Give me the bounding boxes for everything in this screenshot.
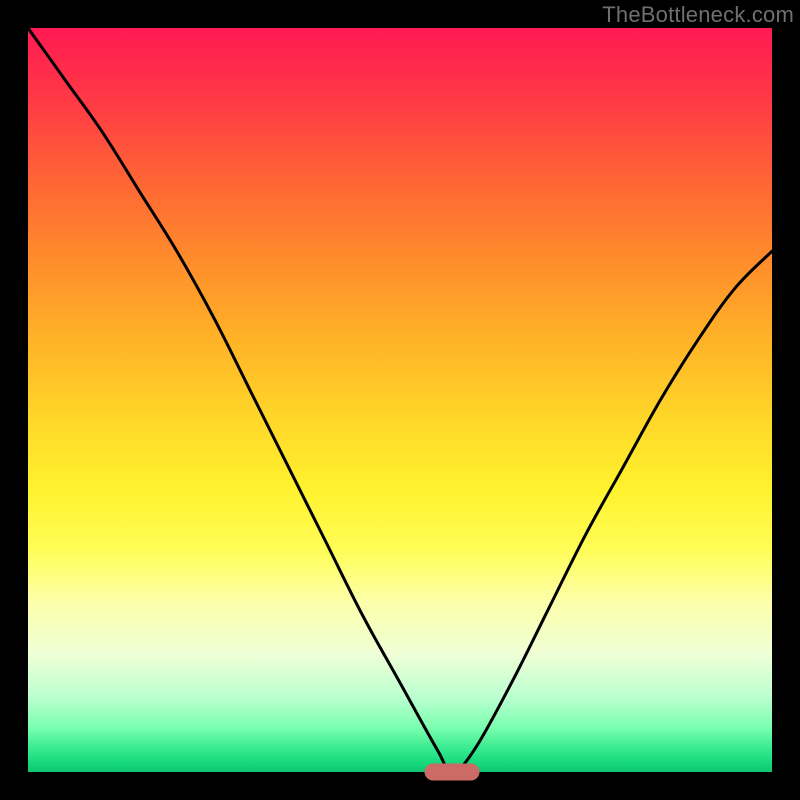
bottleneck-curve [28, 28, 772, 772]
optimal-marker [425, 764, 480, 781]
watermark-text: TheBottleneck.com [602, 2, 794, 28]
plot-area [28, 28, 772, 772]
chart-frame: TheBottleneck.com [0, 0, 800, 800]
